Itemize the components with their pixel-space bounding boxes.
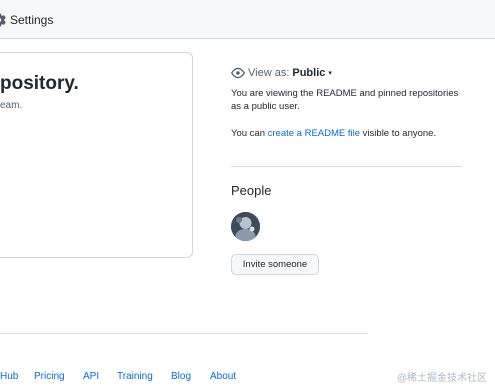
- readme-hint: You can create a README file visible to …: [231, 128, 436, 139]
- view-as-description: You are viewing the README and pinned re…: [231, 88, 459, 112]
- readme-suffix: visible to anyone.: [360, 128, 437, 139]
- view-as-selector[interactable]: View as: Public ▾: [231, 66, 332, 80]
- footer-divider: [0, 333, 367, 334]
- footer-link-about[interactable]: About: [210, 371, 236, 382]
- people-heading: People: [231, 183, 272, 198]
- watermark: @稀土掘金技术社区: [396, 373, 487, 384]
- footer-link-blog[interactable]: Blog: [171, 371, 191, 382]
- footer-link-training[interactable]: Training: [117, 371, 153, 382]
- eye-icon: [231, 66, 245, 80]
- tab-settings[interactable]: Settings: [0, 11, 53, 29]
- settings-label: Settings: [10, 13, 54, 27]
- card-subtitle: eam.: [0, 100, 23, 111]
- footer-link-hub[interactable]: Hub: [0, 371, 18, 382]
- readme-prefix: You can: [231, 128, 268, 139]
- create-readme-link[interactable]: create a README file: [268, 128, 360, 139]
- sidebar-divider: [231, 166, 462, 167]
- footer-link-api[interactable]: API: [83, 371, 99, 382]
- top-navigation-bar: Settings: [0, 0, 495, 39]
- footer-link-pricing[interactable]: Pricing: [34, 371, 65, 382]
- gear-icon: [0, 13, 6, 27]
- card-title: pository.: [0, 73, 79, 94]
- caret-down-icon: ▾: [328, 70, 332, 77]
- view-as-value: Public: [292, 67, 326, 79]
- avatar[interactable]: [231, 212, 260, 241]
- invite-someone-button[interactable]: Invite someone: [231, 254, 319, 275]
- view-as-label: View as:: [248, 67, 290, 79]
